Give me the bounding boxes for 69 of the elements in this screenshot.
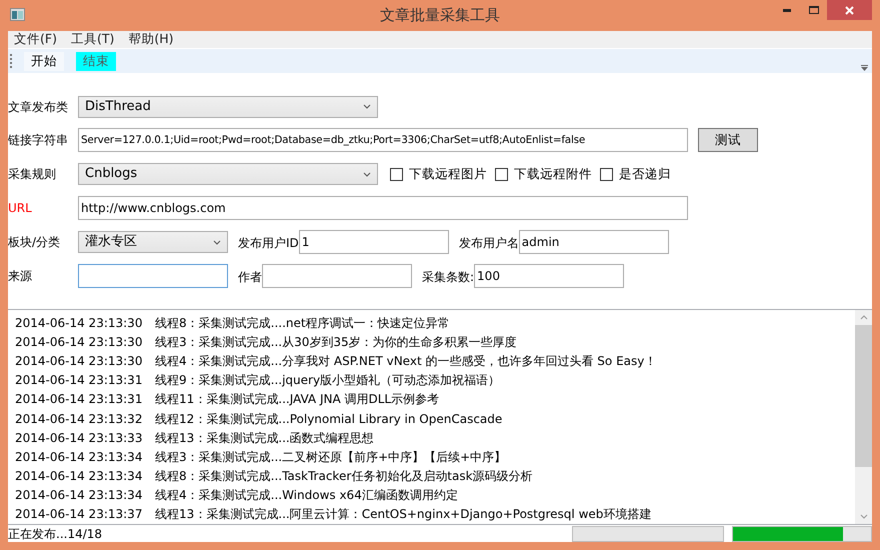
- close-button[interactable]: [827, 0, 872, 20]
- scroll-thumb[interactable]: [855, 325, 872, 467]
- checkbox[interactable]: [390, 168, 403, 180]
- log-message: 线程3：采集测试完成...二叉树还原【前序+中序】【后续+中序】: [155, 448, 506, 466]
- checkbox-label: 下载远程图片: [409, 164, 487, 183]
- checkbox-label: 是否递归: [619, 164, 671, 183]
- log-time: 2014-06-14 23:13:31: [15, 391, 144, 408]
- log-time: 2014-06-14 23:13:37: [15, 506, 144, 524]
- input-field[interactable]: 100: [474, 264, 624, 288]
- overflow-icon: [861, 65, 868, 71]
- input-field[interactable]: http://www.cnblogs.com: [78, 196, 688, 220]
- field-label: 发布用户名: [458, 236, 519, 250]
- log-message: 线程4：采集测试完成...分享我对 ASP.NET vNext 的一些感受，也许多年回过头看 So Easy！: [155, 352, 656, 370]
- log-message: 线程11：采集测试完成...JAVA JNA 调用DLL示例参考: [155, 391, 440, 408]
- dropdown[interactable]: Cnblogs: [78, 163, 378, 185]
- minimize-icon: [782, 8, 790, 12]
- chevron-down-icon: [213, 240, 221, 244]
- log-message: 线程13：采集测试完成...阿里云计算：CentOS+nginx+Django+Postgresql web环境搭建: [155, 506, 652, 524]
- input-field[interactable]: 1: [298, 230, 449, 254]
- log-message: 线程8：采集测试完成...TaskTracker任务初始化及启动task源码级分析: [155, 468, 533, 486]
- log-message: 线程12：采集测试完成...Polynomial Library in OpenCascade: [155, 410, 502, 428]
- checkbox[interactable]: [495, 168, 508, 180]
- log-message: 线程8：采集测试完成....net程序调试一：快速定位异常: [155, 314, 450, 332]
- log-time: 2014-06-14 23:13:34: [15, 448, 144, 466]
- scrollbar[interactable]: [855, 310, 872, 524]
- dropdown[interactable]: DisThread: [78, 96, 378, 118]
- field-label: 采集条数:: [422, 270, 474, 284]
- scroll-up-icon: [860, 315, 868, 320]
- field-label: 采集规则: [8, 166, 57, 183]
- scroll-down-icon: [860, 514, 868, 519]
- log-message: 线程13：采集测试完成...函数式编程思想: [155, 430, 374, 447]
- input-field[interactable]: [262, 264, 412, 288]
- log-message: 线程3：采集测试完成...从30岁到35岁：为你的生命多积累一些厚度: [155, 334, 517, 351]
- log-time: 2014-06-14 23:13:32: [15, 410, 144, 428]
- field-label: URL: [8, 200, 33, 217]
- field-label: 作者: [238, 270, 262, 284]
- status-text: 正在发布...14/18: [8, 528, 104, 540]
- field-label: 发布用户ID: [238, 236, 299, 250]
- log-message: 线程4：采集测试完成...Windows x64汇编函数调用约定: [155, 487, 458, 504]
- field-label: 板块/分类: [8, 234, 62, 251]
- checkbox[interactable]: [600, 168, 613, 180]
- menu-item[interactable]: 工具(T): [70, 30, 114, 49]
- close-icon: [845, 6, 854, 14]
- chevron-down-icon: [363, 104, 371, 109]
- field-label: 文章发布类: [8, 98, 69, 116]
- log-time: 2014-06-14 23:13:30: [15, 352, 144, 370]
- dropdown[interactable]: 灌水专区: [78, 231, 228, 253]
- field-label: 链接字符串: [8, 132, 69, 149]
- window-title: 文章批量采集工具: [380, 5, 500, 26]
- checkbox-label: 下载远程附件: [514, 164, 592, 183]
- log-time: 2014-06-14 23:13:34: [15, 487, 144, 504]
- log-time: 2014-06-14 23:13:31: [15, 372, 144, 390]
- log-time: 2014-06-14 23:13:33: [15, 430, 144, 447]
- maximize-icon: [808, 6, 818, 14]
- menu-item[interactable]: 文件(F): [14, 30, 57, 49]
- menu-item[interactable]: 帮助(H): [128, 30, 174, 49]
- input-field[interactable]: admin: [518, 230, 669, 254]
- test-button[interactable]: 测试: [698, 128, 758, 152]
- field-label: 来源: [8, 268, 33, 285]
- input-field[interactable]: Server=127.0.0.1;Uid=root;Pwd=root;Database=db_ztku;Port=3306;CharSet=utf8;AutoEnlist=false: [78, 128, 688, 152]
- log-time: 2014-06-14 23:13:30: [15, 334, 144, 351]
- input-field[interactable]: [78, 264, 228, 288]
- toolbar-button[interactable]: 结束: [76, 52, 116, 70]
- app-icon: [10, 8, 25, 21]
- chevron-down-icon: [363, 172, 371, 176]
- log-time: 2014-06-14 23:13:30: [15, 314, 144, 332]
- log-message: 线程9：采集测试完成...jquery版小型婚礼（可动态添加祝福语）: [155, 372, 500, 390]
- log-time: 2014-06-14 23:13:34: [15, 468, 144, 486]
- toolbar-button[interactable]: 开始: [24, 52, 64, 70]
